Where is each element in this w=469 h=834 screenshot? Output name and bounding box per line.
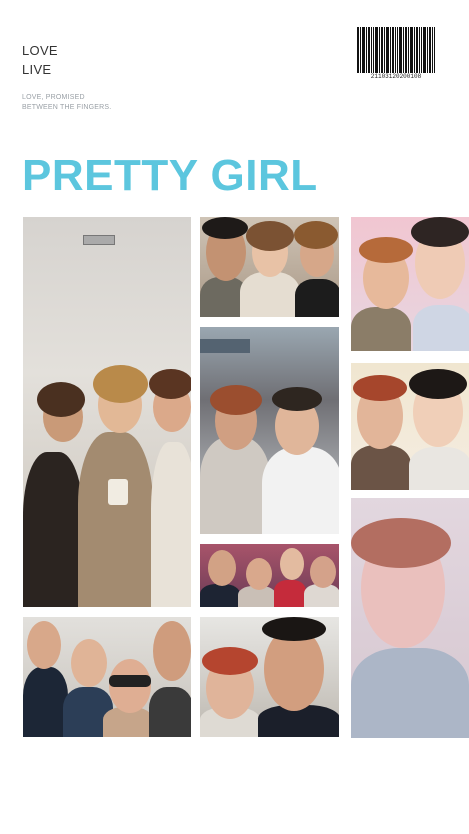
photo-selfie-three[interactable] [200,217,339,317]
barcode-bars [357,27,435,73]
page-title: PRETTY GIRL [22,151,318,200]
photo-group-sunglasses[interactable] [23,617,191,737]
photo-two-women-thumbs[interactable] [351,363,469,490]
photo-event-hall-pair[interactable] [200,327,339,534]
photo-glasses-pair[interactable] [200,617,339,737]
header-line-1: LOVE [22,43,58,58]
barcode: 21103120200108 [357,27,435,81]
photo-woman-portrait[interactable] [351,498,469,738]
photo-small-group[interactable] [200,544,339,607]
photo-two-women-pink[interactable] [351,217,469,351]
barcode-number: 21103120200108 [370,73,422,80]
header-line-2: LIVE [22,62,52,77]
photo-group-trio[interactable] [23,217,191,607]
tagline-2: BETWEEN THE FINGERS. [22,104,112,111]
tagline-1: LOVE, PROMISED [22,94,85,101]
